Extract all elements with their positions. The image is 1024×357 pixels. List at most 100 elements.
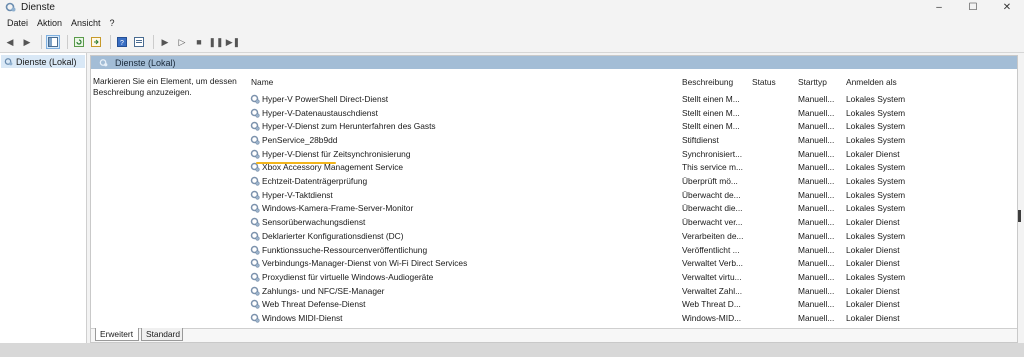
- start-service-icon[interactable]: ▶: [158, 35, 172, 49]
- table-row[interactable]: Windows-Kamera-Frame-Server-Monitor Überw…: [244, 202, 1006, 216]
- table-row[interactable]: Echtzeit-Datenträgerprüfung Überprüft mö.…: [244, 174, 1006, 188]
- service-gear-icon: [250, 121, 260, 131]
- service-gear-icon: [250, 149, 260, 159]
- table-row[interactable]: Hyper-V-Dienst zum Herunterfahren des Ga…: [244, 119, 1006, 133]
- service-logon-as: Lokales System: [846, 93, 906, 104]
- service-name: Hyper-V-Datenaustauschdienst: [262, 107, 378, 118]
- help-icon[interactable]: ?: [115, 35, 129, 49]
- service-startup-type: Manuell...: [798, 176, 835, 187]
- stop-service-icon[interactable]: ■: [192, 35, 206, 49]
- menu-help[interactable]: ?: [110, 18, 115, 28]
- service-logon-as: Lokaler Dienst: [846, 285, 900, 296]
- service-name: Hyper-V-Dienst zum Herunterfahren des Ga…: [262, 121, 436, 132]
- minimize-button[interactable]: –: [922, 0, 956, 14]
- service-logon-as: Lokales System: [846, 230, 906, 241]
- services-list: Name Beschreibung Status Starttyp Anmeld…: [244, 70, 1006, 328]
- service-logon-as: Lokales System: [846, 176, 906, 187]
- service-gear-icon: [250, 217, 260, 227]
- table-row[interactable]: Deklarierter Konfigurationsdienst (DC) Ve…: [244, 229, 1006, 243]
- refresh-icon[interactable]: [72, 35, 86, 49]
- service-logon-as: Lokales System: [846, 162, 906, 173]
- menu-action[interactable]: Aktion: [37, 18, 62, 28]
- close-button[interactable]: ✕: [990, 0, 1024, 14]
- pause-service-icon[interactable]: ❚❚: [208, 35, 223, 49]
- table-row[interactable]: Hyper-V-Dienst für Zeitsynchronisierung S…: [244, 147, 1006, 161]
- table-row[interactable]: Web Threat Defense-Dienst Web Threat D...…: [244, 298, 1006, 312]
- services-icon: [99, 59, 108, 67]
- services-panel: Dienste (Lokal) Markieren Sie ein Elemen…: [90, 55, 1018, 343]
- services-icon: [4, 58, 13, 66]
- tab-standard[interactable]: Standard: [141, 328, 183, 341]
- service-logon-as: Lokaler Dienst: [846, 258, 900, 269]
- service-logon-as: Lokaler Dienst: [846, 217, 900, 228]
- table-row[interactable]: PenService_28b9dd Stiftdienst Manuell... Lo…: [244, 133, 1006, 147]
- properties-icon[interactable]: [132, 35, 146, 49]
- service-description: Überwacht de...: [682, 189, 741, 200]
- console-tree: Dienste (Lokal): [0, 53, 87, 343]
- tree-item-label: Dienste (Lokal): [16, 56, 77, 67]
- service-gear-icon: [250, 231, 260, 241]
- start-service-alt-icon[interactable]: ▷: [175, 35, 189, 49]
- service-startup-type: Manuell...: [798, 148, 835, 159]
- column-header-status[interactable]: Status: [752, 77, 776, 87]
- service-gear-icon: [250, 108, 260, 118]
- service-description: This service m...: [682, 162, 743, 173]
- console-tree-icon[interactable]: [46, 35, 60, 49]
- table-row[interactable]: Hyper-V PowerShell Direct-Dienst Stellt e…: [244, 92, 1006, 106]
- restart-service-icon[interactable]: ▶❚: [226, 35, 240, 49]
- services-app-icon: [5, 2, 16, 12]
- service-description: Überwacht ver...: [682, 217, 743, 228]
- table-row[interactable]: Funktionssuche-Ressourcenveröffentlichun…: [244, 243, 1006, 257]
- export-list-icon[interactable]: [89, 35, 103, 49]
- service-gear-icon: [250, 245, 260, 255]
- table-row[interactable]: Verbindungs-Manager-Dienst von Wi-Fi Dir…: [244, 256, 1006, 270]
- window-title: Dienste: [21, 1, 55, 13]
- service-name: Zahlungs- und NFC/SE-Manager: [262, 285, 385, 296]
- tree-item-services-local[interactable]: Dienste (Lokal): [1, 55, 85, 68]
- service-logon-as: Lokales System: [846, 134, 906, 145]
- panel-title: Dienste (Lokal): [115, 57, 176, 68]
- column-header-name[interactable]: Name: [251, 77, 273, 87]
- service-logon-as: Lokales System: [846, 203, 906, 214]
- service-description: Überprüft mö...: [682, 176, 738, 187]
- service-description: Verarbeiten de...: [682, 230, 744, 241]
- service-description: Veröffentlicht ...: [682, 244, 740, 255]
- service-gear-icon: [250, 135, 260, 145]
- service-gear-icon: [250, 176, 260, 186]
- tab-extended[interactable]: Erweitert: [95, 328, 139, 341]
- service-gear-icon: [250, 286, 260, 296]
- service-gear-icon: [250, 204, 260, 214]
- forward-arrow-icon[interactable]: ▶: [20, 35, 34, 49]
- column-header-logon[interactable]: Anmelden als: [846, 77, 897, 87]
- table-row[interactable]: Hyper-V-Datenaustauschdienst Stellt einen…: [244, 106, 1006, 120]
- service-startup-type: Manuell...: [798, 313, 835, 324]
- menu-file[interactable]: Datei: [7, 18, 28, 28]
- edge-indicator: [1018, 210, 1021, 222]
- menu-view[interactable]: Ansicht: [71, 18, 101, 28]
- table-row[interactable]: Sensorüberwachungsdienst Überwacht ver...…: [244, 215, 1006, 229]
- toolbar-separator: [67, 35, 68, 49]
- service-logon-as: Lokaler Dienst: [846, 148, 900, 159]
- service-startup-type: Manuell...: [798, 189, 835, 200]
- service-name: Proxydienst für virtuelle Windows-Audiog…: [262, 271, 434, 282]
- service-startup-type: Manuell...: [798, 258, 835, 269]
- table-row[interactable]: Hyper-V-Taktdienst Überwacht de... Manuell…: [244, 188, 1006, 202]
- table-row[interactable]: Proxydienst für virtuelle Windows-Audiog…: [244, 270, 1006, 284]
- service-description: Überwacht die...: [682, 203, 743, 214]
- service-name: PenService_28b9dd: [262, 134, 338, 145]
- service-description: Stiftdienst: [682, 134, 719, 145]
- service-startup-type: Manuell...: [798, 244, 835, 255]
- service-gear-icon: [250, 190, 260, 200]
- vertical-scrollbar[interactable]: [1010, 70, 1017, 328]
- service-name: Hyper-V PowerShell Direct-Dienst: [262, 93, 389, 104]
- column-header-description[interactable]: Beschreibung: [682, 77, 733, 87]
- back-arrow-icon[interactable]: ◀: [3, 35, 17, 49]
- column-header-startup[interactable]: Starttyp: [798, 77, 827, 87]
- table-row[interactable]: Xbox Accessory Management Service This se…: [244, 161, 1006, 175]
- service-startup-type: Manuell...: [798, 285, 835, 296]
- maximize-button[interactable]: ☐: [956, 0, 990, 14]
- table-row[interactable]: Zahlungs- und NFC/SE-Manager Verwaltet Za…: [244, 284, 1006, 298]
- toolbar-separator: [41, 35, 42, 49]
- service-logon-as: Lokales System: [846, 189, 906, 200]
- table-row[interactable]: Windows MIDI-Dienst Windows-MID... Manuell…: [244, 311, 1006, 325]
